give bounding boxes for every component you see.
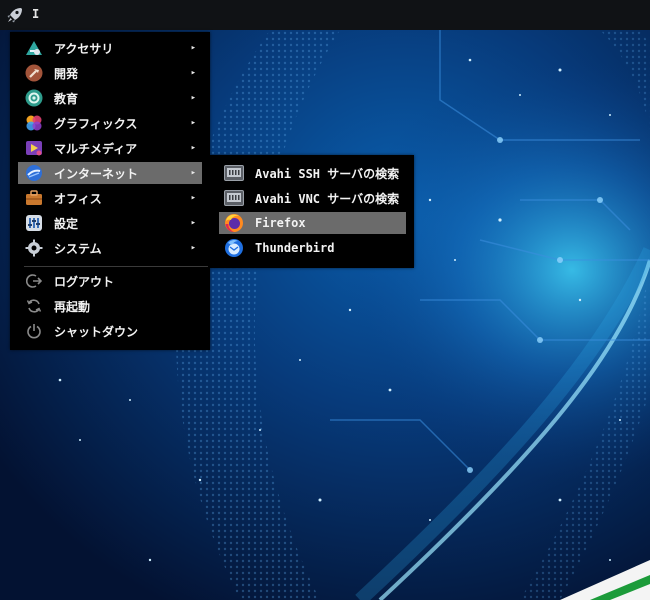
- reboot-icon: [24, 296, 44, 316]
- menu-item-system[interactable]: システム ▸: [18, 237, 202, 259]
- menu-item-education[interactable]: 教育 ▸: [18, 87, 202, 109]
- submenu-arrow-icon: ▸: [190, 93, 196, 103]
- menu-item-label: オフィス: [54, 191, 102, 206]
- menu-item-internet[interactable]: インターネット ▸: [18, 162, 202, 184]
- settings-icon: [24, 213, 44, 233]
- rocket-icon: [7, 8, 22, 23]
- shutdown-icon: [24, 321, 44, 341]
- submenu-arrow-icon: ▸: [190, 43, 196, 53]
- top-panel: I: [0, 0, 650, 30]
- menu-item-settings[interactable]: 設定 ▸: [18, 212, 202, 234]
- multimedia-icon: [24, 138, 44, 158]
- panel-window-title: I: [32, 7, 40, 21]
- firefox-icon: [224, 213, 244, 233]
- submenu-arrow-icon: ▸: [190, 68, 196, 78]
- menu-item-development[interactable]: 開発 ▸: [18, 62, 202, 84]
- menu-item-shutdown[interactable]: シャットダウン: [18, 320, 202, 342]
- menu-item-label: インターネット: [54, 166, 139, 181]
- app-launcher-button[interactable]: [4, 4, 26, 26]
- submenu-arrow-icon: ▸: [190, 243, 196, 253]
- submenu-arrow-icon: ▸: [190, 218, 196, 228]
- submenu-arrow-icon: ▸: [190, 118, 196, 128]
- logout-icon: [24, 271, 44, 291]
- submenu-item-label: Avahi VNC サーバの検索: [255, 191, 400, 206]
- menu-item-label: 設定: [54, 216, 79, 231]
- menu-item-label: ログアウト: [54, 274, 115, 289]
- accessories-icon: [24, 38, 44, 58]
- menu-item-label: 教育: [54, 91, 79, 106]
- network-server-icon: [224, 163, 244, 183]
- menu-item-label: シャットダウン: [54, 324, 139, 339]
- network-server-icon: [224, 188, 244, 208]
- submenu-item-avahi-vnc[interactable]: Avahi VNC サーバの検索: [219, 187, 406, 209]
- submenu-item-thunderbird[interactable]: Thunderbird: [219, 237, 406, 259]
- submenu-item-label: Firefox: [255, 216, 306, 230]
- education-icon: [24, 88, 44, 108]
- menu-item-label: アクセサリ: [54, 41, 114, 56]
- menu-item-logout[interactable]: ログアウト: [18, 270, 202, 292]
- menu-item-office[interactable]: オフィス ▸: [18, 187, 202, 209]
- office-icon: [24, 188, 44, 208]
- menu-item-label: マルチメディア: [54, 141, 138, 156]
- submenu-item-label: Thunderbird: [255, 241, 335, 255]
- menu-item-label: 再起動: [54, 299, 91, 314]
- system-icon: [24, 238, 44, 258]
- development-icon: [24, 63, 44, 83]
- menu-separator: [24, 266, 208, 267]
- menu-item-label: 開発: [54, 66, 79, 81]
- application-menu: アクセサリ ▸ 開発 ▸ 教育 ▸ グラフィックス ▸ マルチメディア ▸ イン: [10, 32, 210, 350]
- graphics-icon: [24, 113, 44, 133]
- internet-submenu: Avahi SSH サーバの検索 Avahi VNC サーバの検索 Firefo…: [210, 155, 414, 268]
- thunderbird-icon: [224, 238, 244, 258]
- submenu-arrow-icon: ▸: [190, 193, 196, 203]
- menu-item-accessories[interactable]: アクセサリ ▸: [18, 37, 202, 59]
- menu-item-reboot[interactable]: 再起動: [18, 295, 202, 317]
- menu-item-multimedia[interactable]: マルチメディア ▸: [18, 137, 202, 159]
- internet-icon: [24, 163, 44, 183]
- submenu-item-label: Avahi SSH サーバの検索: [255, 166, 400, 181]
- menu-item-graphics[interactable]: グラフィックス ▸: [18, 112, 202, 134]
- submenu-arrow-icon: ▸: [190, 143, 196, 153]
- menu-item-label: グラフィックス: [54, 116, 138, 131]
- submenu-item-firefox[interactable]: Firefox: [219, 212, 406, 234]
- menu-item-label: システム: [54, 241, 102, 256]
- submenu-item-avahi-ssh[interactable]: Avahi SSH サーバの検索: [219, 162, 406, 184]
- submenu-arrow-icon: ▸: [190, 168, 196, 178]
